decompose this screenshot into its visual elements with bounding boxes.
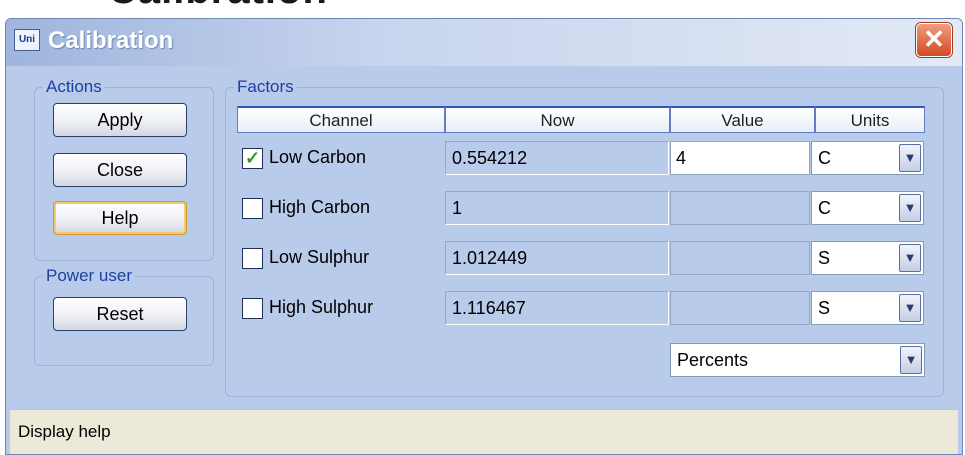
channel-label-high-sulphur: High Sulphur [269, 297, 374, 317]
units-select-low-sulphur[interactable]: S ▼ [811, 241, 924, 275]
window-title: Calibration [48, 27, 174, 54]
low-carbon-checkbox[interactable]: ✓ [242, 148, 263, 169]
chevron-down-icon[interactable]: ▼ [899, 294, 921, 322]
column-header-channel[interactable]: Channel [237, 106, 445, 133]
value-input-low-sulphur[interactable] [670, 241, 810, 275]
channel-label-low-sulphur: Low Sulphur [269, 247, 370, 267]
calibration-dialog: Uni Calibration ✕ Actions Apply Close He… [5, 18, 963, 455]
actions-legend: Actions [46, 77, 102, 96]
mode-select[interactable]: Percents ▼ [670, 343, 925, 377]
low-sulphur-checkbox[interactable] [242, 248, 263, 269]
chevron-down-icon[interactable]: ▼ [900, 346, 922, 374]
units-select-value: C [818, 198, 831, 218]
units-select-low-carbon[interactable]: C ▼ [811, 141, 924, 175]
units-select-high-sulphur[interactable]: S ▼ [811, 291, 924, 325]
close-button[interactable]: Close [53, 153, 187, 187]
units-select-high-carbon[interactable]: C ▼ [811, 191, 924, 225]
check-icon: ✓ [244, 148, 261, 168]
chevron-down-icon[interactable]: ▼ [899, 244, 921, 272]
high-carbon-checkbox[interactable] [242, 198, 263, 219]
units-select-value: S [818, 298, 831, 318]
title-bar[interactable]: Uni Calibration ✕ [6, 19, 962, 66]
units-select-value: C [818, 148, 831, 168]
value-input-high-sulphur[interactable] [670, 291, 810, 325]
reset-button[interactable]: Reset [53, 297, 187, 331]
status-bar: Display help [10, 409, 958, 454]
chevron-down-icon[interactable]: ▼ [899, 144, 921, 172]
now-value-high-carbon: 1 [445, 191, 669, 225]
app-icon: Uni [14, 29, 40, 51]
value-input-high-carbon[interactable] [670, 191, 810, 225]
column-header-value[interactable]: Value [670, 106, 815, 133]
units-select-value: S [818, 248, 831, 268]
power-user-legend: Power user [46, 266, 132, 285]
mode-select-value: Percents [677, 350, 749, 370]
now-value-high-sulphur: 1.116467 [445, 291, 669, 325]
channel-label-low-carbon: Low Carbon [269, 147, 367, 167]
factors-grid: Channel Now Value Units ✓ Low Carbon 0.5… [225, 77, 942, 395]
column-header-units[interactable]: Units [815, 106, 925, 133]
close-icon: ✕ [923, 24, 945, 54]
help-button[interactable]: Help [53, 201, 187, 235]
close-window-button[interactable]: ✕ [916, 23, 952, 57]
channel-label-high-carbon: High Carbon [269, 197, 371, 217]
now-value-low-carbon: 0.554212 [445, 141, 669, 175]
dialog-client-area: Actions Apply Close Help Power user Rese… [10, 66, 958, 454]
column-header-now[interactable]: Now [445, 106, 670, 133]
high-sulphur-checkbox[interactable] [242, 298, 263, 319]
apply-button[interactable]: Apply [53, 103, 187, 137]
background-title-fragment: Calibration [108, 0, 328, 13]
now-value-low-sulphur: 1.012449 [445, 241, 669, 275]
status-text: Display help [18, 422, 111, 441]
chevron-down-icon[interactable]: ▼ [899, 194, 921, 222]
value-input-low-carbon[interactable]: 4 [670, 141, 810, 175]
